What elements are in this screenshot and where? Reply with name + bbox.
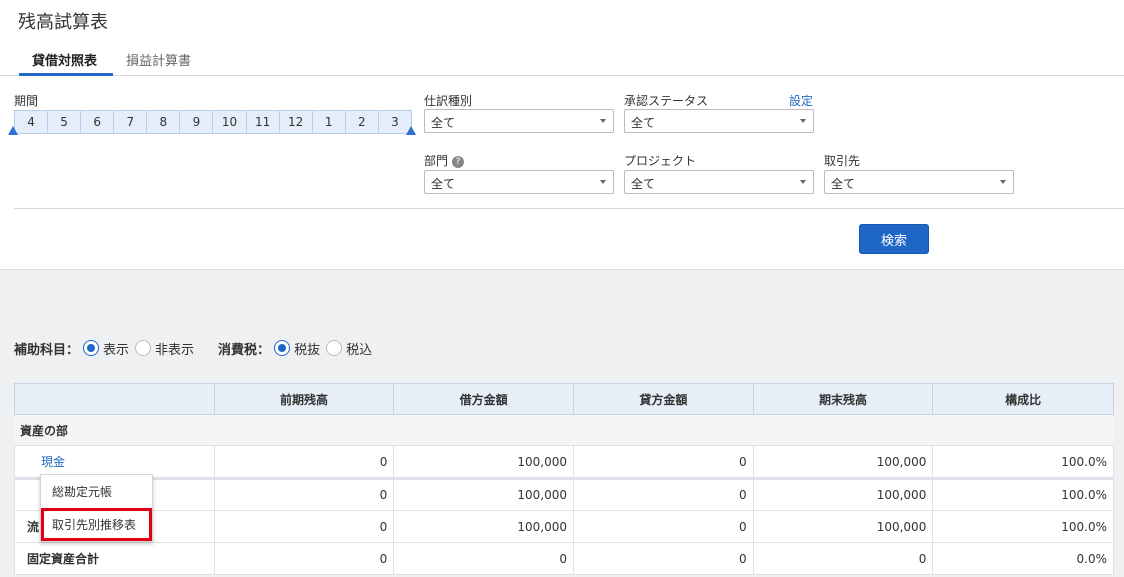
filter-divider bbox=[14, 208, 1124, 209]
department-select[interactable]: 全て bbox=[424, 170, 614, 194]
period-start-handle[interactable] bbox=[8, 126, 18, 135]
approval-status-select[interactable]: 全て bbox=[624, 109, 814, 133]
department-label-text: 部門 bbox=[424, 154, 449, 168]
table-row: 流 0 100,000 0 100,000 100.0% bbox=[14, 511, 1114, 543]
display-options: 補助科目： 表示 非表示 消費税： 税抜 税込 bbox=[14, 338, 378, 358]
chevron-down-icon bbox=[600, 180, 606, 184]
month-cell[interactable]: 8 bbox=[147, 111, 181, 133]
tax-incl-label[interactable]: 税込 bbox=[346, 339, 372, 358]
table-row: 現金 0 100,000 0 100,000 100.0% bbox=[14, 446, 1114, 478]
header-cell bbox=[15, 384, 215, 414]
table-cell: 0 bbox=[574, 480, 754, 510]
partner-value: 全て bbox=[831, 177, 856, 191]
journal-type-label: 仕訳種別 bbox=[424, 94, 473, 108]
period-label: 期間 bbox=[14, 94, 39, 108]
table-cell: 0 bbox=[754, 543, 934, 574]
month-cell[interactable]: 11 bbox=[247, 111, 280, 133]
tax-incl-radio[interactable] bbox=[326, 340, 343, 356]
month-cell[interactable]: 2 bbox=[346, 111, 379, 133]
month-cell[interactable]: 5 bbox=[48, 111, 82, 133]
table-cell: 100.0% bbox=[1061, 454, 1108, 469]
period-slider[interactable]: 4 5 6 7 8 9 10 11 12 1 2 3 bbox=[14, 110, 412, 134]
approval-status-value: 全て bbox=[631, 116, 656, 130]
chevron-down-icon bbox=[600, 119, 606, 123]
month-cell[interactable]: 6 bbox=[81, 111, 115, 133]
menu-item-partner-trend[interactable]: 取引先別推移表 bbox=[41, 508, 152, 541]
table-cell: 100,000 bbox=[394, 446, 575, 477]
table-cell: 100,000 bbox=[754, 480, 934, 510]
chevron-down-icon bbox=[800, 180, 806, 184]
tab-balance-sheet[interactable]: 貸借対照表 bbox=[32, 50, 97, 69]
department-label: 部門? bbox=[424, 152, 465, 169]
sub-account-label: 補助科目： bbox=[14, 342, 80, 358]
journal-type-value: 全て bbox=[431, 116, 456, 130]
settings-link[interactable]: 設定 bbox=[789, 92, 813, 109]
journal-type-select[interactable]: 全て bbox=[424, 109, 614, 133]
search-button[interactable]: 検索 bbox=[859, 224, 929, 254]
table-cell: 100.0% bbox=[1061, 519, 1107, 534]
table-cell: 固定資産合計 bbox=[15, 543, 215, 574]
report-tabs: 貸借対照表 損益計算書 bbox=[0, 44, 1124, 76]
table-cell: 0 bbox=[574, 543, 754, 574]
month-cell[interactable]: 4 bbox=[15, 111, 49, 133]
table-cell: 100,000 bbox=[394, 511, 574, 542]
month-cell[interactable]: 10 bbox=[213, 111, 247, 133]
sub-account-hide-radio[interactable] bbox=[135, 340, 152, 356]
active-tab-indicator bbox=[19, 73, 113, 76]
chevron-down-icon bbox=[1000, 180, 1006, 184]
month-cell[interactable]: 12 bbox=[280, 111, 313, 133]
table-cell: 0 bbox=[574, 446, 754, 477]
table-cell: 0 bbox=[215, 511, 395, 542]
table-cell: 0.0% bbox=[1076, 551, 1108, 566]
sub-account-hide-label[interactable]: 非表示 bbox=[155, 339, 194, 358]
table-header: 前期残高 借方金額 貸方金額 期末残高 構成比 bbox=[14, 383, 1114, 415]
trial-balance-table: 前期残高 借方金額 貸方金額 期末残高 構成比 資産の部 現金 0 100,00… bbox=[14, 383, 1114, 575]
header-cell: 構成比 bbox=[1005, 392, 1042, 407]
table-cell: 0 bbox=[215, 446, 395, 477]
month-cell[interactable]: 9 bbox=[180, 111, 214, 133]
page-title: 残高試算表 bbox=[18, 12, 108, 33]
header-cell: 期末残高 bbox=[754, 384, 934, 414]
month-cell[interactable]: 7 bbox=[114, 111, 148, 133]
table-cell: 100,000 bbox=[394, 480, 574, 510]
table-cell: 0 bbox=[394, 543, 574, 574]
header-cell: 借方金額 bbox=[394, 384, 574, 414]
table-cell: 0 bbox=[574, 511, 754, 542]
project-value: 全て bbox=[631, 177, 656, 191]
project-label: プロジェクト bbox=[624, 154, 697, 168]
tax-excl-label[interactable]: 税抜 bbox=[294, 339, 320, 358]
sub-account-show-label[interactable]: 表示 bbox=[103, 339, 129, 358]
menu-item-general-ledger[interactable]: 総勘定元帳 bbox=[41, 475, 152, 508]
header-cell: 前期残高 bbox=[215, 384, 395, 414]
table-row: 固定資産合計 0 0 0 0 0.0% bbox=[14, 543, 1114, 575]
table-cell: 100.0% bbox=[1061, 488, 1107, 502]
partner-select[interactable]: 全て bbox=[824, 170, 1014, 194]
table-cell: 100,000 bbox=[754, 511, 934, 542]
account-link[interactable]: 現金 bbox=[15, 446, 215, 477]
section-header: 資産の部 bbox=[14, 415, 1114, 446]
department-value: 全て bbox=[431, 177, 456, 191]
tax-excl-radio[interactable] bbox=[274, 340, 291, 356]
month-cell[interactable]: 1 bbox=[313, 111, 346, 133]
table-cell: 0 bbox=[215, 480, 395, 510]
approval-status-label: 承認ステータス bbox=[624, 94, 709, 108]
partner-label: 取引先 bbox=[824, 154, 861, 168]
sub-account-show-radio[interactable] bbox=[83, 340, 100, 356]
help-icon[interactable]: ? bbox=[452, 156, 465, 168]
tax-label: 消費税： bbox=[218, 342, 271, 358]
project-select[interactable]: 全て bbox=[624, 170, 814, 194]
table-row: 0 100,000 0 100,000 100.0% bbox=[14, 478, 1114, 511]
table-cell: 100,000 bbox=[754, 446, 934, 477]
table-cell: 0 bbox=[215, 543, 395, 574]
context-menu: 総勘定元帳 取引先別推移表 bbox=[40, 474, 153, 542]
header-cell: 貸方金額 bbox=[574, 384, 754, 414]
chevron-down-icon bbox=[800, 119, 806, 123]
tab-profit-loss[interactable]: 損益計算書 bbox=[126, 50, 191, 69]
period-end-handle[interactable] bbox=[406, 126, 416, 135]
